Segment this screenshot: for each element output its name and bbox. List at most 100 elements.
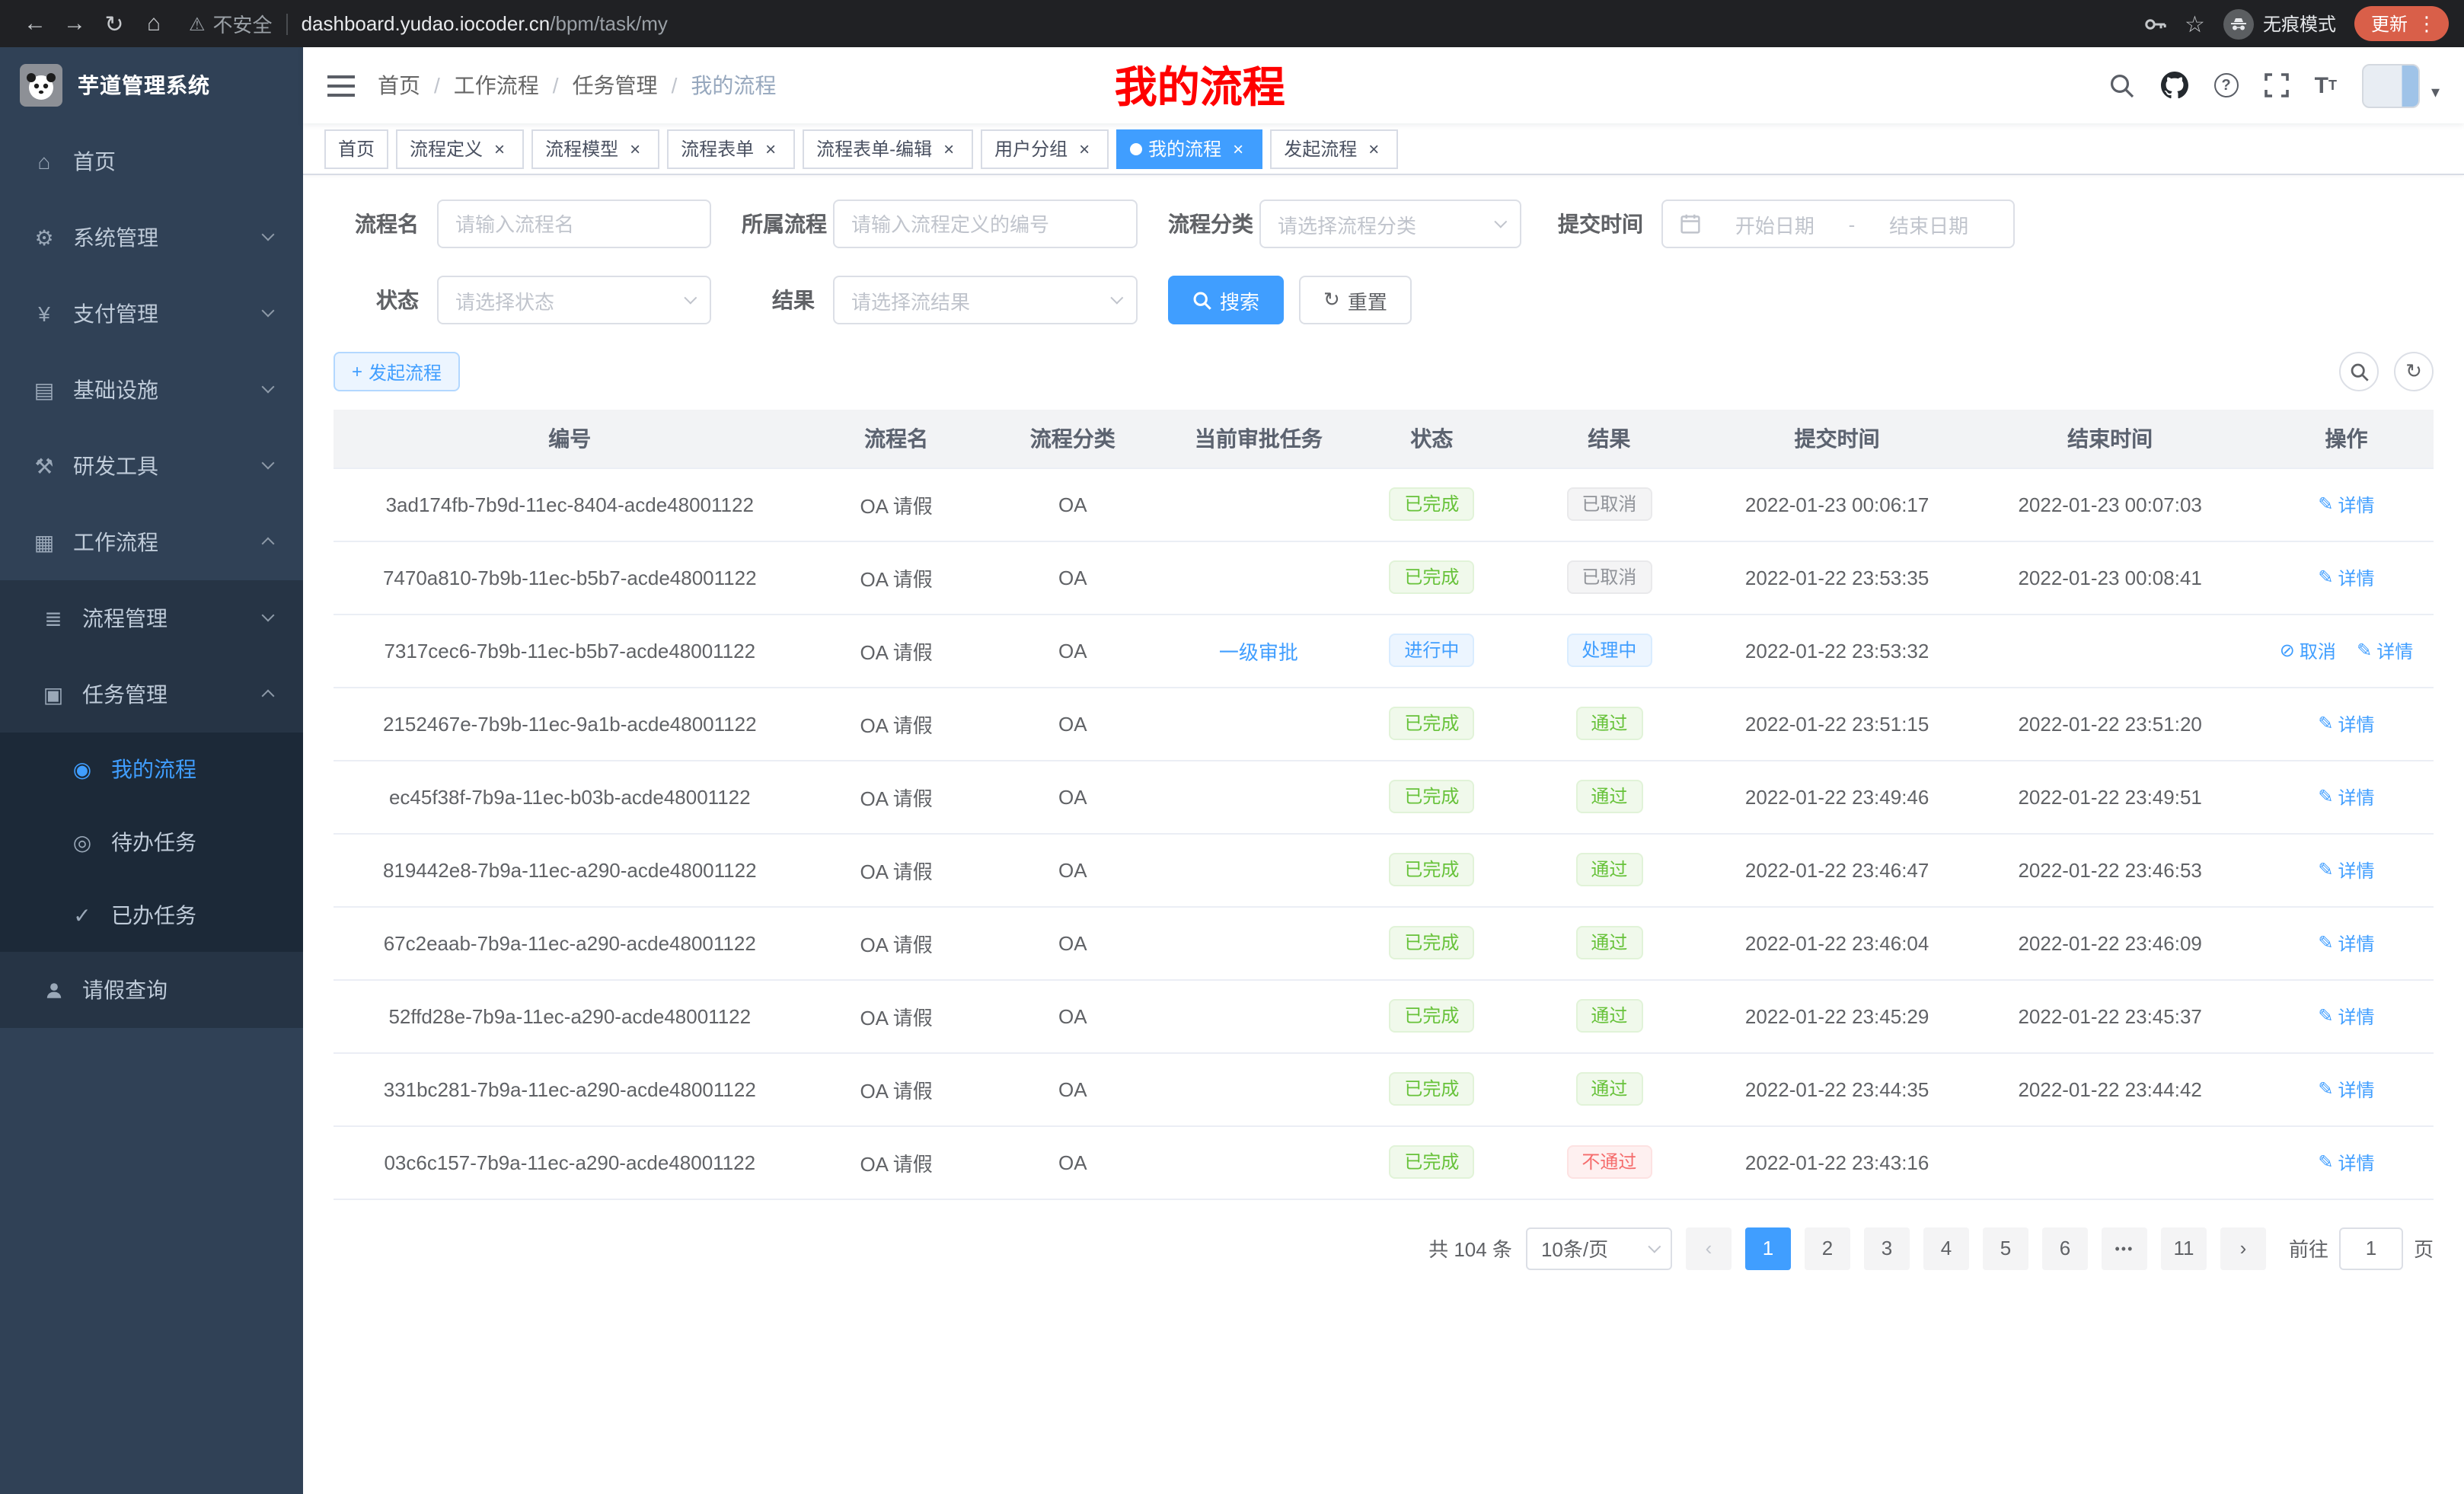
page-button-5[interactable]: 5 — [1983, 1227, 2028, 1269]
sidebar-item-task-management[interactable]: ▣ 任务管理 — [0, 656, 303, 733]
tab-home[interactable]: 首页 — [324, 129, 388, 168]
process-definition-input[interactable] — [833, 200, 1138, 248]
end-date-placeholder[interactable]: 结束日期 — [1861, 209, 1996, 238]
sidebar-item-infrastructure[interactable]: ▤ 基础设施 — [0, 352, 303, 428]
edit-icon: ✎ — [2318, 1151, 2333, 1173]
page-button-6[interactable]: 6 — [2042, 1227, 2088, 1269]
fullscreen-icon[interactable] — [2265, 73, 2289, 97]
detail-link[interactable]: ✎详情 — [2318, 857, 2374, 883]
detail-link[interactable]: ✎详情 — [2357, 637, 2413, 663]
tab-process-model[interactable]: 流程模型× — [531, 129, 659, 168]
page-button-2[interactable]: 2 — [1805, 1227, 1850, 1269]
chevron-down-icon — [1648, 1240, 1661, 1253]
breadcrumb-home[interactable]: 首页 — [378, 70, 420, 101]
tab-process-definition[interactable]: 流程定义× — [396, 129, 524, 168]
close-icon[interactable]: × — [489, 138, 510, 159]
incognito-profile[interactable]: 无痕模式 — [2223, 8, 2336, 39]
close-icon[interactable]: × — [938, 138, 959, 159]
reset-button[interactable]: ↻ 重置 — [1299, 276, 1412, 324]
detail-link[interactable]: ✎详情 — [2318, 930, 2374, 956]
sidebar-item-todo-tasks[interactable]: ◎ 待办任务 — [0, 806, 303, 879]
detail-link[interactable]: ✎详情 — [2318, 784, 2374, 809]
page-button-11[interactable]: 11 — [2161, 1227, 2207, 1269]
sidebar-item-my-process[interactable]: ◉ 我的流程 — [0, 733, 303, 806]
sidebar-item-devtools[interactable]: ⚒ 研发工具 — [0, 428, 303, 504]
detail-link[interactable]: ✎详情 — [2318, 491, 2374, 517]
browser-forward-icon[interactable]: → — [55, 4, 94, 43]
user-avatar[interactable] — [2363, 63, 2421, 107]
process-name-input[interactable] — [437, 200, 711, 248]
approval-task-link[interactable]: 一级审批 — [1219, 640, 1298, 663]
submit-time-range-picker[interactable]: 开始日期 - 结束日期 — [1661, 200, 2015, 248]
range-separator: - — [1849, 212, 1856, 235]
tab-user-group[interactable]: 用户分组× — [981, 129, 1109, 168]
search-icon[interactable] — [2109, 72, 2135, 98]
more-pages-button[interactable]: ••• — [2102, 1227, 2147, 1269]
table-row: 7317cec6-7b9b-11ec-b5b7-acde48001122 OA … — [334, 614, 2434, 687]
collapse-menu-icon[interactable] — [327, 74, 355, 97]
tab-process-form[interactable]: 流程表单× — [667, 129, 795, 168]
browser-reload-icon[interactable]: ↻ — [94, 4, 134, 43]
status-badge: 已完成 — [1389, 707, 1474, 740]
create-process-button[interactable]: + 发起流程 — [334, 352, 460, 391]
result-badge: 通过 — [1575, 780, 1642, 813]
tab-process-form-edit[interactable]: 流程表单-编辑× — [803, 129, 973, 168]
next-page-button[interactable]: › — [2220, 1227, 2266, 1269]
browser-menu-icon[interactable]: ⋮ — [2412, 11, 2441, 36]
detail-link[interactable]: ✎详情 — [2318, 1149, 2374, 1175]
result-select[interactable]: 请选择流结果 — [833, 276, 1138, 324]
workflow-icon: ▦ — [29, 529, 59, 555]
bookmark-star-icon[interactable]: ☆ — [2185, 10, 2205, 37]
github-icon[interactable] — [2161, 72, 2188, 99]
close-icon[interactable]: × — [760, 138, 781, 159]
process-category-select[interactable]: 请选择流程分类 — [1259, 200, 1521, 248]
update-button[interactable]: 更新 ⋮ — [2354, 6, 2449, 41]
status-badge: 已完成 — [1389, 999, 1474, 1033]
refresh-table-button[interactable]: ↻ — [2394, 352, 2434, 391]
breadcrumb-task-management[interactable]: 任务管理 — [573, 70, 658, 101]
close-icon[interactable]: × — [1074, 138, 1095, 159]
sidebar-item-done-tasks[interactable]: ✓ 已办任务 — [0, 879, 303, 952]
url-text[interactable]: dashboard.yudao.iocoder.cn/bpm/task/my — [302, 12, 668, 35]
status-select[interactable]: 请选择状态 — [437, 276, 711, 324]
edit-icon: ✎ — [2318, 1005, 2333, 1026]
sidebar: 芋道管理系统 ⌂ 首页 ⚙ 系统管理 ¥ 支付管理 ▤ 基础设施 ⚒ 研发工具 — [0, 47, 303, 1494]
sidebar-item-system[interactable]: ⚙ 系统管理 — [0, 200, 303, 276]
detail-link[interactable]: ✎详情 — [2318, 710, 2374, 736]
sidebar-item-home[interactable]: ⌂ 首页 — [0, 123, 303, 200]
search-button[interactable]: 搜索 — [1168, 276, 1284, 324]
cancel-link[interactable]: ⊘取消 — [2280, 637, 2336, 663]
page-button-4[interactable]: 4 — [1923, 1227, 1969, 1269]
sidebar-item-workflow[interactable]: ▦ 工作流程 — [0, 504, 303, 580]
browser-back-icon[interactable]: ← — [15, 4, 55, 43]
tools-icon: ⚒ — [29, 453, 59, 479]
start-date-placeholder[interactable]: 开始日期 — [1707, 209, 1843, 238]
browser-home-icon[interactable]: ⌂ — [134, 4, 174, 43]
tab-my-process[interactable]: 我的流程× — [1116, 129, 1262, 168]
not-secure-label: 不安全 — [213, 9, 273, 38]
font-size-icon[interactable]: TT — [2315, 72, 2337, 98]
close-icon[interactable]: × — [1363, 138, 1384, 159]
help-icon[interactable]: ? — [2214, 73, 2239, 97]
address-bar[interactable]: ⚠ 不安全 dashboard.yudao.iocoder.cn/bpm/tas… — [189, 9, 2127, 38]
sidebar-item-payment[interactable]: ¥ 支付管理 — [0, 276, 303, 352]
page-button-3[interactable]: 3 — [1864, 1227, 1910, 1269]
avatar-caret-icon[interactable]: ▾ — [2431, 81, 2440, 101]
prev-page-button[interactable]: ‹ — [1686, 1227, 1732, 1269]
detail-link[interactable]: ✎详情 — [2318, 564, 2374, 590]
breadcrumb-workflow[interactable]: 工作流程 — [454, 70, 539, 101]
page-size-select[interactable]: 10条/页 — [1526, 1227, 1672, 1269]
sidebar-item-process-management[interactable]: ≣ 流程管理 — [0, 580, 303, 656]
goto-page-input[interactable] — [2339, 1227, 2403, 1269]
sidebar-item-leave-query[interactable]: 请假查询 — [0, 952, 303, 1028]
tab-start-process[interactable]: 发起流程× — [1270, 129, 1398, 168]
detail-link[interactable]: ✎详情 — [2318, 1003, 2374, 1029]
close-icon[interactable]: × — [1227, 138, 1249, 159]
detail-link[interactable]: ✎详情 — [2318, 1076, 2374, 1102]
page-button-1[interactable]: 1 — [1745, 1227, 1791, 1269]
chevron-down-icon — [684, 292, 697, 305]
close-icon[interactable]: × — [624, 138, 646, 159]
password-key-icon[interactable] — [2142, 11, 2166, 36]
toggle-search-button[interactable] — [2339, 352, 2379, 391]
table-row: 331bc281-7b9a-11ec-a290-acde48001122 OA … — [334, 1052, 2434, 1125]
